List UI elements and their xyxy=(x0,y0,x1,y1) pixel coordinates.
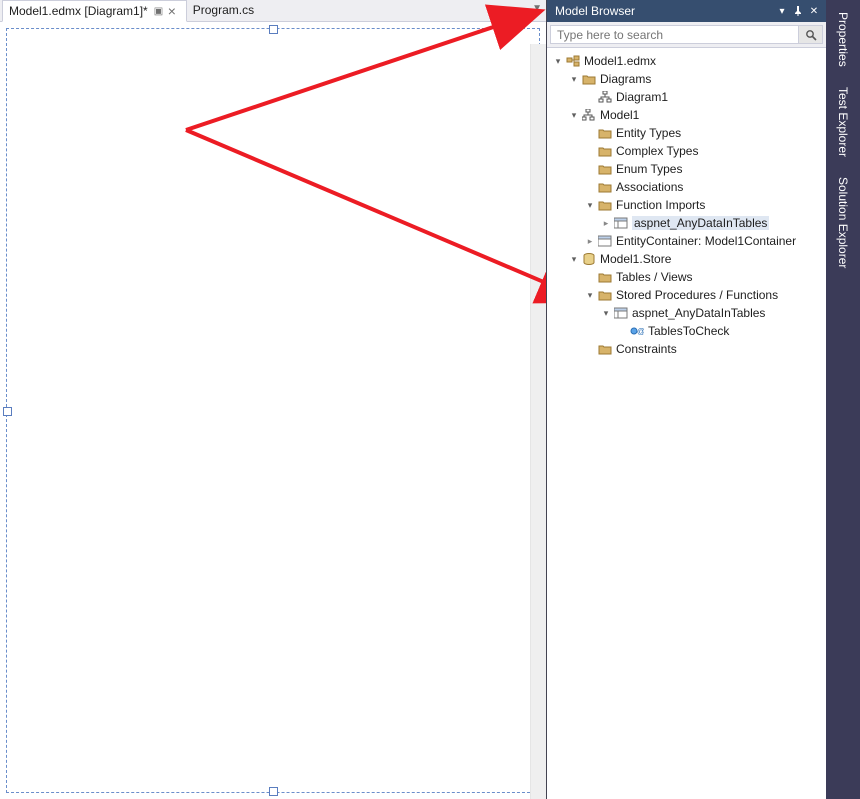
right-sidebar-collapsed: Properties Test Explorer Solution Explor… xyxy=(826,0,860,799)
model-browser-panel: Model Browser ▾ ✕ Model1.edmx D xyxy=(546,0,826,799)
tree-label: Stored Procedures / Functions xyxy=(616,288,778,302)
diagram-selection-frame xyxy=(6,28,540,793)
tab-program-cs[interactable]: Program.cs xyxy=(187,0,261,21)
tree-node-constraints[interactable]: Constraints xyxy=(547,340,826,358)
edmx-design-surface[interactable] xyxy=(0,22,546,799)
tree-label: aspnet_AnyDataInTables xyxy=(632,306,765,320)
model-browser-titlebar[interactable]: Model Browser ▾ ✕ xyxy=(547,0,826,22)
tree-label: Function Imports xyxy=(616,198,705,212)
folder-icon xyxy=(597,180,613,194)
expander-icon[interactable] xyxy=(567,110,581,121)
function-icon xyxy=(613,216,629,230)
tree-label: TablesToCheck xyxy=(648,324,729,338)
tree-label: Entity Types xyxy=(616,126,681,140)
tree-label: Model1.Store xyxy=(600,252,671,266)
expander-icon[interactable] xyxy=(567,254,581,265)
search-input[interactable] xyxy=(550,25,799,44)
model-browser-tree[interactable]: Model1.edmx Diagrams Diagram1 Model1 Ent… xyxy=(547,48,826,799)
tree-label: Complex Types xyxy=(616,144,698,158)
active-files-dropdown-icon[interactable]: ▼ xyxy=(532,3,542,14)
tab-label: Program.cs xyxy=(193,3,254,17)
tab-model1-diagram1[interactable]: Model1.edmx [Diagram1]* ▣ × xyxy=(2,0,187,22)
tree-node-diagram1[interactable]: Diagram1 xyxy=(547,88,826,106)
tree-label: Model1.edmx xyxy=(584,54,656,68)
tree-node-parameter[interactable]: @ TablesToCheck xyxy=(547,322,826,340)
folder-icon xyxy=(597,342,613,356)
tree-label: Enum Types xyxy=(616,162,682,176)
tree-label: Model1 xyxy=(600,108,639,122)
tree-node-enum-types[interactable]: Enum Types xyxy=(547,160,826,178)
search-button[interactable] xyxy=(799,25,823,44)
resize-handle-bottom[interactable] xyxy=(269,787,278,796)
sidetab-properties[interactable]: Properties xyxy=(832,4,854,75)
tree-node-model1[interactable]: Model1 xyxy=(547,106,826,124)
folder-icon xyxy=(597,144,613,158)
parameter-icon: @ xyxy=(629,324,645,338)
pin-icon[interactable]: ▣ xyxy=(154,6,164,17)
folder-icon xyxy=(581,72,597,86)
auto-hide-pin-icon[interactable] xyxy=(790,3,806,19)
tree-node-store[interactable]: Model1.Store xyxy=(547,250,826,268)
expander-icon[interactable] xyxy=(583,290,597,301)
model-icon xyxy=(565,54,581,68)
sidetab-solution-explorer[interactable]: Solution Explorer xyxy=(832,169,854,276)
container-icon xyxy=(597,234,613,248)
document-tab-bar: Model1.edmx [Diagram1]* ▣ × Program.cs ▼ xyxy=(0,0,546,22)
tree-node-tables-views[interactable]: Tables / Views xyxy=(547,268,826,286)
panel-title-text: Model Browser xyxy=(555,4,635,18)
tree-label: aspnet_AnyDataInTables xyxy=(632,216,769,230)
folder-icon xyxy=(597,126,613,140)
tree-node-function-import-item[interactable]: aspnet_AnyDataInTables xyxy=(547,214,826,232)
window-position-dropdown-icon[interactable]: ▾ xyxy=(774,3,790,19)
tree-node-stored-procedures[interactable]: Stored Procedures / Functions xyxy=(547,286,826,304)
tab-label: Model1.edmx [Diagram1]* xyxy=(9,4,148,18)
model-browser-search xyxy=(547,22,826,48)
tree-node-complex-types[interactable]: Complex Types xyxy=(547,142,826,160)
close-panel-icon[interactable]: ✕ xyxy=(806,3,822,19)
expander-icon[interactable] xyxy=(551,56,565,67)
diagram-icon xyxy=(597,90,613,104)
expander-icon[interactable] xyxy=(567,74,581,85)
expander-icon[interactable] xyxy=(583,236,597,247)
tree-node-root[interactable]: Model1.edmx xyxy=(547,52,826,70)
expander-icon[interactable] xyxy=(599,308,613,319)
database-icon xyxy=(581,252,597,266)
close-icon[interactable]: × xyxy=(168,5,180,17)
folder-icon xyxy=(597,162,613,176)
stored-proc-icon xyxy=(613,306,629,320)
folder-icon xyxy=(597,270,613,284)
resize-handle-top[interactable] xyxy=(269,25,278,34)
tree-node-entity-types[interactable]: Entity Types xyxy=(547,124,826,142)
tree-label: Tables / Views xyxy=(616,270,692,284)
folder-icon xyxy=(597,288,613,302)
namespace-icon xyxy=(581,108,597,122)
vertical-scrollbar[interactable] xyxy=(530,44,546,799)
tree-label: EntityContainer: Model1Container xyxy=(616,234,796,248)
tree-node-stored-procedure-item[interactable]: aspnet_AnyDataInTables xyxy=(547,304,826,322)
tree-node-entity-container[interactable]: EntityContainer: Model1Container xyxy=(547,232,826,250)
expander-icon[interactable] xyxy=(599,218,613,229)
tree-node-associations[interactable]: Associations xyxy=(547,178,826,196)
tree-label: Diagram1 xyxy=(616,90,668,104)
tree-label: Associations xyxy=(616,180,683,194)
expander-icon[interactable] xyxy=(583,200,597,211)
tree-label: Diagrams xyxy=(600,72,651,86)
tree-node-function-imports[interactable]: Function Imports xyxy=(547,196,826,214)
svg-text:@: @ xyxy=(637,327,644,336)
editor-area: Model1.edmx [Diagram1]* ▣ × Program.cs ▼ xyxy=(0,0,546,799)
folder-icon xyxy=(597,198,613,212)
resize-handle-left[interactable] xyxy=(3,407,12,416)
tree-label: Constraints xyxy=(616,342,677,356)
sidetab-test-explorer[interactable]: Test Explorer xyxy=(832,79,854,165)
tree-node-diagrams[interactable]: Diagrams xyxy=(547,70,826,88)
